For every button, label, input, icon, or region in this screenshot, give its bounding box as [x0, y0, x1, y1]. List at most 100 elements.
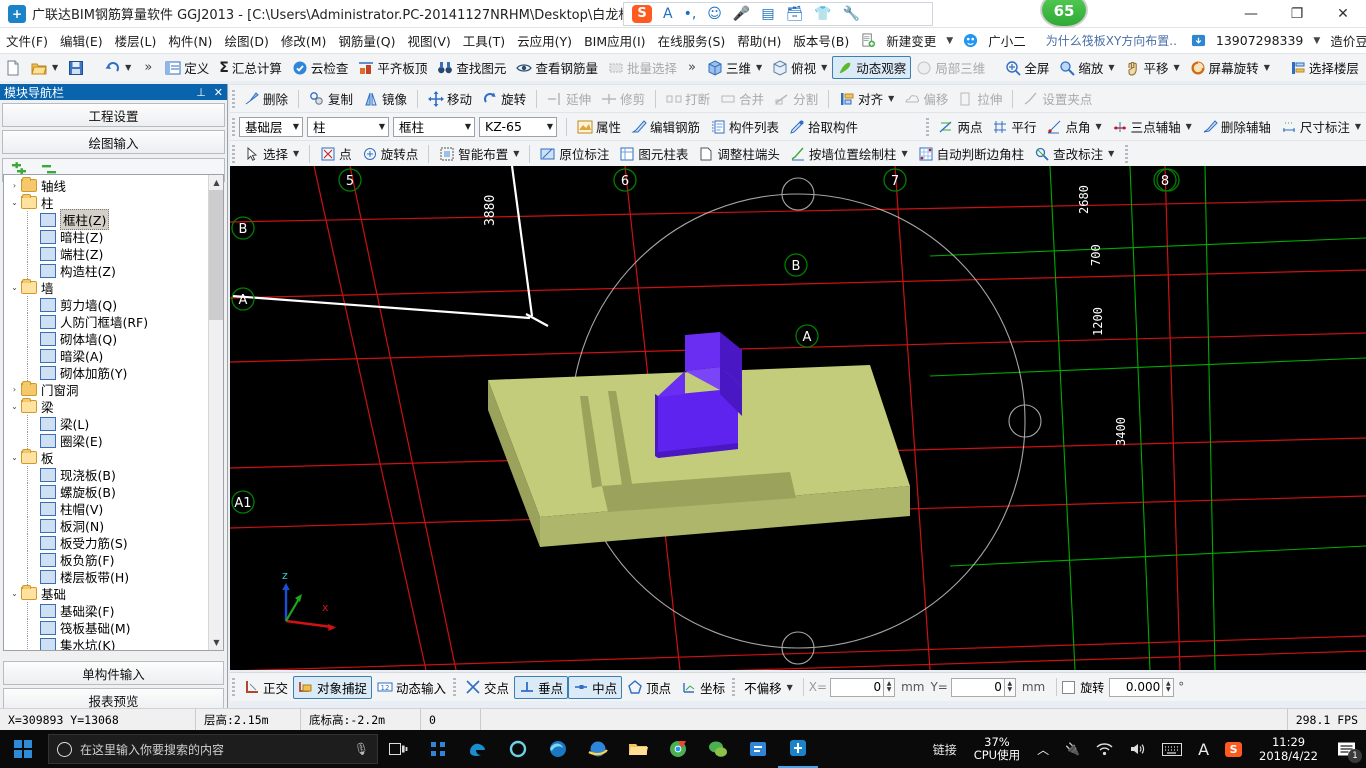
minimize-button[interactable]: — — [1228, 0, 1274, 28]
subcategory-selector-chevron-down-icon[interactable]: ▼ — [459, 122, 471, 131]
smart-layout-chevron-down-icon[interactable]: ▼ — [513, 149, 519, 158]
perpendicular-snap-toggle[interactable]: 垂点 — [514, 675, 569, 699]
new-change-label[interactable]: 新建变更 — [880, 28, 942, 53]
delete-button[interactable]: 删除 — [239, 87, 293, 110]
fullscreen-button[interactable]: 全屏 — [1000, 56, 1054, 79]
point-angle-axis-button[interactable]: 点角 ▼ — [1041, 115, 1106, 138]
chevron-down-icon[interactable]: ⌄ — [8, 453, 21, 462]
maximize-button[interactable]: ❐ — [1274, 0, 1320, 28]
panel-close-icon[interactable]: ✕ — [214, 86, 223, 99]
tree-item[interactable]: 砌体墙(Q) — [4, 330, 209, 347]
viewport-canvas[interactable]: 5 6 7 8 B A A1 B A 3880 2680 700 1200 34… — [230, 166, 1366, 670]
floor-selector-chevron-down-icon[interactable]: ▼ — [287, 122, 299, 131]
merge-button[interactable]: 合并 — [715, 87, 769, 110]
taskbar-app-edge[interactable] — [538, 730, 578, 768]
pick-component-button[interactable]: 拾取构件 — [784, 115, 863, 138]
coordinate-snap-toggle[interactable]: 坐标 — [676, 676, 730, 699]
align-chevron-down-icon[interactable]: ▼ — [888, 94, 894, 103]
save-file-button[interactable] — [63, 58, 89, 78]
view-3d-button[interactable]: 三维 ▼ — [702, 56, 767, 79]
extend-button[interactable]: 延伸 — [542, 87, 596, 110]
chevron-down-icon[interactable]: ⌄ — [8, 198, 21, 207]
tree-folder[interactable]: › 门窗洞 — [4, 381, 209, 398]
task-view-button[interactable] — [378, 730, 418, 768]
tray-overflow-chevron-up-icon[interactable]: ︿ — [1030, 730, 1056, 768]
dynamic-observe-button[interactable]: 动态观察 — [832, 56, 912, 79]
view-3d-chevron-down-icon[interactable]: ▼ — [756, 63, 762, 72]
scrollbar-thumb[interactable] — [209, 190, 223, 320]
ortho-toggle[interactable]: 正交 — [239, 676, 293, 699]
midpoint-snap-toggle[interactable]: 中点 — [568, 675, 623, 699]
offset-mode-chevron-down-icon[interactable]: ▼ — [787, 683, 793, 692]
taskbar-app-qq[interactable] — [738, 730, 778, 768]
smart-layout-button[interactable]: 智能布置 ▼ — [434, 142, 524, 165]
intersection-snap-toggle[interactable]: 交点 — [460, 676, 514, 699]
toolbar-grip-axis[interactable] — [926, 117, 930, 136]
ime-keyboard-icon[interactable]: ▤ — [761, 7, 774, 21]
close-button[interactable]: ✕ — [1320, 0, 1366, 28]
component-list-button[interactable]: 构件列表 — [705, 115, 784, 138]
cloud-check-button[interactable]: 云检查 — [287, 56, 354, 79]
offset-mode-selector[interactable]: 不偏移 ▼ — [739, 676, 798, 699]
tree-item[interactable]: 暗柱(Z) — [4, 228, 209, 245]
object-snap-toggle[interactable]: 对象捕捉 — [293, 675, 373, 699]
snap-toolbar-grip[interactable] — [232, 678, 235, 696]
category-selector-chevron-down-icon[interactable]: ▼ — [373, 122, 385, 131]
dimension-chevron-down-icon[interactable]: ▼ — [1355, 122, 1361, 131]
ime-emoji-icon[interactable]: ☺ — [707, 7, 722, 21]
ime-toolbox-icon[interactable]: 🗃 — [786, 7, 804, 21]
pan-button[interactable]: 平移 ▼ — [1120, 56, 1185, 79]
break-button[interactable]: 打断 — [661, 87, 715, 110]
taskbar-app-wechat[interactable] — [698, 730, 738, 768]
component-selector-chevron-down-icon[interactable]: ▼ — [541, 122, 553, 131]
three-point-aux-chevron-down-icon[interactable]: ▼ — [1186, 122, 1192, 131]
align-button[interactable]: 对齐 ▼ — [834, 87, 899, 110]
tree-scrollbar[interactable]: ▲ ▼ — [208, 175, 223, 650]
component-selector[interactable]: KZ-65 ▼ — [479, 116, 557, 137]
tree-item[interactable]: 圈梁(E) — [4, 432, 209, 449]
menu-item-floor[interactable]: 楼层(L) — [109, 28, 163, 53]
tree-item[interactable]: 框柱(Z) — [4, 209, 209, 230]
toolbar-grip-draw[interactable] — [232, 144, 235, 163]
zoom-button[interactable]: 缩放 ▼ — [1054, 56, 1119, 79]
flush-slab-top-button[interactable]: 平齐板顶 — [353, 56, 432, 79]
start-button[interactable] — [0, 730, 46, 768]
ime-voice-icon[interactable]: 🎤 — [733, 7, 750, 21]
in-place-annotation-button[interactable]: 原位标注 — [535, 142, 614, 165]
microphone-icon[interactable]: 🎙 — [354, 742, 369, 756]
menu-item-modify[interactable]: 修改(M) — [275, 28, 333, 53]
pan-chevron-down-icon[interactable]: ▼ — [1174, 63, 1180, 72]
tree-item[interactable]: 砌体加筋(Y) — [4, 364, 209, 381]
tree-item[interactable]: 柱帽(V) — [4, 500, 209, 517]
rotate-checkbox[interactable] — [1062, 680, 1076, 694]
tray-link-label[interactable]: 链接 — [926, 730, 964, 768]
screen-rotate-chevron-down-icon[interactable]: ▼ — [1264, 63, 1270, 72]
tree-item[interactable]: 筏板基础(M) — [4, 619, 209, 636]
tree-item[interactable]: 现浇板(B) — [4, 466, 209, 483]
find-element-button[interactable]: 查找图元 — [432, 56, 511, 79]
draw-column-by-wall-button[interactable]: 按墙位置绘制柱 ▼ — [785, 142, 913, 165]
adjust-column-head-button[interactable]: 调整柱端头 — [693, 142, 785, 165]
taskbar-app-ie[interactable] — [578, 730, 618, 768]
battery-icon[interactable]: 🔌 — [1058, 730, 1087, 768]
define-button[interactable]: 定义 — [160, 56, 214, 79]
tree-item[interactable]: 暗梁(A) — [4, 347, 209, 364]
ime-chinese-mode-icon[interactable]: A — [663, 7, 673, 21]
menu-item-bim[interactable]: BIM应用(I) — [578, 28, 652, 53]
batch-select-button[interactable]: 批量选择 — [603, 56, 682, 79]
tree-item[interactable]: 螺旋板(B) — [4, 483, 209, 500]
wifi-icon[interactable] — [1089, 730, 1120, 768]
move-button[interactable]: 移动 — [423, 87, 477, 110]
drawing-input-button[interactable]: 绘图输入 — [2, 130, 225, 154]
screen-rotate-button[interactable]: 屏幕旋转 ▼ — [1185, 56, 1275, 79]
toolbar1-overflow-mid[interactable]: » — [682, 60, 702, 75]
check-edit-annotation-chevron-down-icon[interactable]: ▼ — [1108, 149, 1114, 158]
set-grip-button[interactable]: 设置夹点 — [1018, 87, 1097, 110]
toolbar-grip-component[interactable] — [232, 117, 235, 136]
undo-chevron-down-icon[interactable]: ▼ — [125, 63, 131, 72]
ime-toolbar[interactable]: S A •, ☺ 🎤 ▤ 🗃 👕 🔧 — [623, 2, 933, 26]
top-view-button[interactable]: 俯视 ▼ — [767, 56, 832, 79]
onscreen-keyboard-icon[interactable] — [1155, 730, 1189, 768]
properties-button[interactable]: 属性 — [572, 115, 626, 138]
select-floor-button[interactable]: 选择楼层 — [1285, 56, 1364, 79]
